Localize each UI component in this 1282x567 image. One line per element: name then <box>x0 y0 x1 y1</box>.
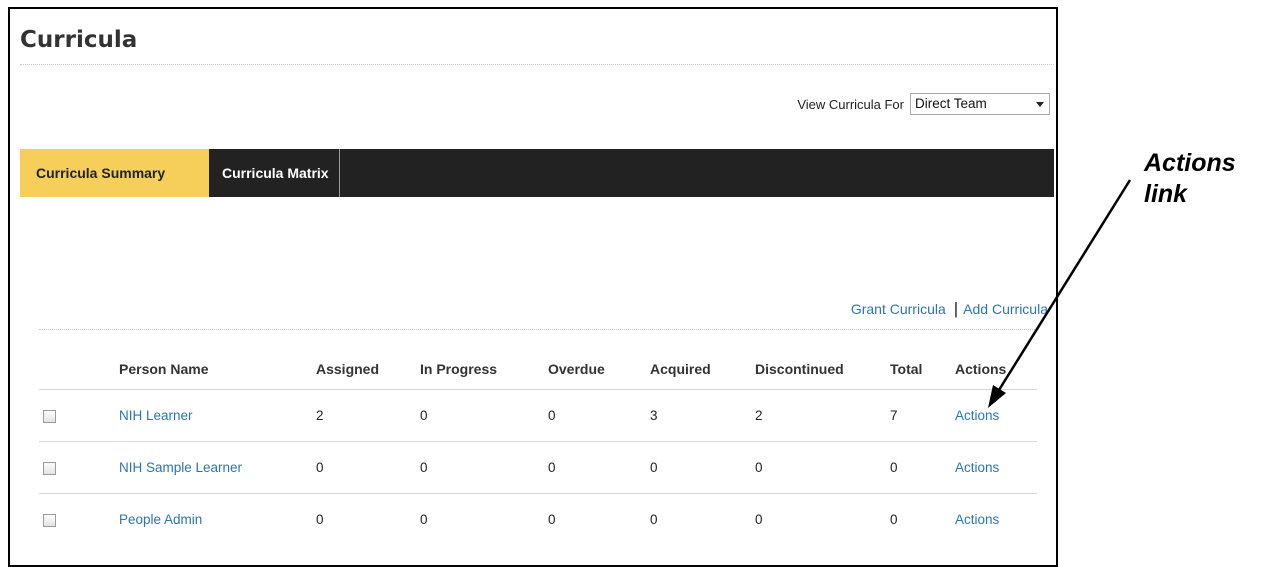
view-curricula-filter: View Curricula For Direct Team <box>797 93 1050 115</box>
chevron-down-icon <box>1036 102 1044 107</box>
person-name-link[interactable]: NIH Sample Learner <box>119 460 242 475</box>
select-column-header <box>39 349 119 390</box>
curricula-actions-links: Grant Curricula | Add Curricula <box>851 299 1048 319</box>
row-select-checkbox[interactable] <box>43 461 56 475</box>
curricula-table: Person Name Assigned In Progress Overdue… <box>39 349 1037 545</box>
acquired-cell: 0 <box>650 493 755 545</box>
actions-link[interactable]: Actions <box>955 408 999 423</box>
column-header-in-progress[interactable]: In Progress <box>420 349 548 390</box>
screenshot-frame: Curricula View Curricula For Direct Team… <box>8 7 1058 567</box>
in-progress-cell: 0 <box>420 493 548 545</box>
table-header-row: Person Name Assigned In Progress Overdue… <box>39 349 1037 390</box>
column-header-overdue[interactable]: Overdue <box>548 349 650 390</box>
column-header-acquired[interactable]: Acquired <box>650 349 755 390</box>
column-header-actions: Actions <box>955 361 1007 377</box>
in-progress-cell: 0 <box>420 441 548 494</box>
tab-label: Curricula Matrix <box>222 165 329 181</box>
page-title: Curricula <box>20 27 138 53</box>
total-cell: 0 <box>890 441 955 494</box>
column-header-discontinued[interactable]: Discontinued <box>755 349 890 390</box>
table-row: People Admin 0 0 0 0 0 0 Actions <box>39 493 1037 545</box>
total-cell: 0 <box>890 493 955 545</box>
title-divider <box>20 64 1054 65</box>
column-header-total[interactable]: Total <box>890 349 955 390</box>
add-curricula-link[interactable]: Add Curricula <box>963 301 1048 317</box>
overdue-cell: 0 <box>548 389 650 442</box>
column-header-person-name[interactable]: Person Name <box>119 349 316 390</box>
tab-curricula-matrix[interactable]: Curricula Matrix <box>209 149 340 197</box>
tab-bar: Curricula Summary Curricula Matrix <box>20 149 1054 197</box>
annotation-label: Actions link <box>1144 148 1236 210</box>
column-header-assigned[interactable]: Assigned <box>316 349 420 390</box>
assigned-cell: 2 <box>316 389 420 442</box>
assigned-cell: 0 <box>316 493 420 545</box>
acquired-cell: 0 <box>650 441 755 494</box>
table-row: NIH Sample Learner 0 0 0 0 0 0 Actions <box>39 441 1037 494</box>
table-row: NIH Learner 2 0 0 3 2 7 Actions <box>39 389 1037 442</box>
row-select-checkbox[interactable] <box>43 513 56 527</box>
discontinued-cell: 2 <box>755 389 890 442</box>
acquired-cell: 3 <box>650 389 755 442</box>
tab-curricula-summary[interactable]: Curricula Summary <box>20 149 209 197</box>
person-name-link[interactable]: NIH Learner <box>119 408 193 423</box>
view-curricula-label: View Curricula For <box>797 96 904 112</box>
grant-curricula-link[interactable]: Grant Curricula <box>851 301 946 317</box>
table-divider <box>39 329 1039 330</box>
tab-label: Curricula Summary <box>36 165 166 181</box>
view-curricula-select[interactable]: Direct Team <box>910 93 1050 115</box>
assigned-cell: 0 <box>316 441 420 494</box>
overdue-cell: 0 <box>548 493 650 545</box>
total-cell: 7 <box>890 389 955 442</box>
annotation-line-2: link <box>1144 180 1188 208</box>
annotation-line-1: Actions <box>1144 149 1236 177</box>
view-curricula-selected-value: Direct Team <box>915 96 987 111</box>
actions-link[interactable]: Actions <box>955 460 999 475</box>
overdue-cell: 0 <box>548 441 650 494</box>
actions-link[interactable]: Actions <box>955 512 999 527</box>
row-select-checkbox[interactable] <box>43 409 56 423</box>
link-separator: | <box>953 299 959 318</box>
in-progress-cell: 0 <box>420 389 548 442</box>
discontinued-cell: 0 <box>755 441 890 494</box>
person-name-link[interactable]: People Admin <box>119 512 202 527</box>
discontinued-cell: 0 <box>755 493 890 545</box>
